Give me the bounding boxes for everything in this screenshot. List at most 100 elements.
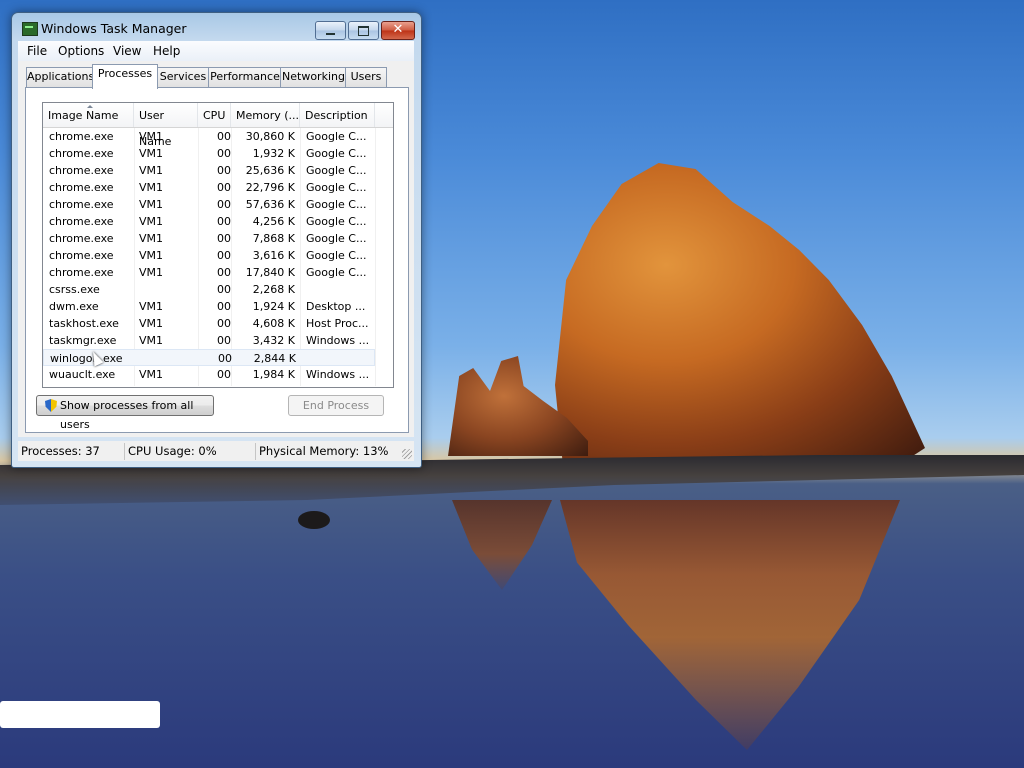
process-user-name: VM1 — [139, 266, 164, 279]
status-processes: Processes: 37 — [18, 443, 125, 460]
table-row[interactable]: chrome.exe VM1 00 17,840 K Google C... — [43, 264, 375, 281]
process-description: Google C... — [306, 198, 367, 211]
processes-panel: Image Name User Name CPU Memory (... Des… — [25, 87, 409, 433]
status-physical-memory: Physical Memory: 13% — [259, 444, 389, 458]
process-memory: 22,796 K — [245, 181, 295, 194]
process-cpu: 00 — [218, 352, 232, 365]
process-memory: 17,840 K — [245, 266, 295, 279]
process-description: Google C... — [306, 215, 367, 228]
process-description — [306, 283, 374, 298]
process-memory: 2,268 K — [252, 283, 295, 296]
process-image-name: chrome.exe — [49, 249, 114, 262]
process-cpu: 00 — [217, 249, 231, 262]
table-row[interactable]: dwm.exe VM1 00 1,924 K Desktop ... — [43, 298, 375, 315]
menu-view[interactable]: View — [113, 44, 141, 58]
process-user-name: VM1 — [139, 198, 164, 211]
process-memory: 1,984 K — [252, 368, 295, 381]
process-user-name: VM1 — [139, 130, 164, 143]
process-cpu: 00 — [217, 215, 231, 228]
process-memory: 3,616 K — [252, 249, 295, 262]
resize-grip-icon[interactable] — [402, 449, 412, 459]
table-row[interactable]: chrome.exe VM1 00 25,636 K Google C... — [43, 162, 375, 179]
process-image-name: taskhost.exe — [49, 317, 119, 330]
tab-performance[interactable]: Performance — [208, 67, 282, 87]
column-user-name[interactable]: User Name — [134, 103, 198, 148]
menu-help[interactable]: Help — [153, 44, 180, 58]
table-row[interactable]: chrome.exe VM1 00 57,636 K Google C... — [43, 196, 375, 213]
title-bar[interactable]: Windows Task Manager ✕ — [12, 13, 421, 43]
process-image-name: dwm.exe — [49, 300, 99, 313]
task-manager-icon — [22, 22, 38, 36]
tab-services[interactable]: Services — [156, 67, 210, 87]
process-cpu: 00 — [217, 198, 231, 211]
process-user-name: VM1 — [139, 164, 164, 177]
process-cpu: 00 — [217, 317, 231, 330]
window-title: Windows Task Manager — [41, 21, 187, 36]
tab-applications[interactable]: Applications — [26, 67, 94, 87]
client-area: Applications Processes Services Performa… — [18, 61, 414, 437]
process-image-name: chrome.exe — [49, 181, 114, 194]
column-memory[interactable]: Memory (... — [231, 103, 300, 127]
table-row[interactable]: chrome.exe VM1 00 3,616 K Google C... — [43, 247, 375, 264]
close-icon: ✕ — [392, 22, 404, 37]
small-rock-reflection — [452, 500, 552, 590]
end-process-button[interactable]: End Process — [288, 395, 384, 416]
desktop-blank-box — [0, 701, 160, 728]
table-row[interactable]: csrss.exe 00 2,268 K — [43, 281, 375, 298]
tab-strip: Applications Processes Services Performa… — [18, 61, 414, 89]
menu-options[interactable]: Options — [58, 44, 104, 58]
process-memory: 4,256 K — [252, 215, 295, 228]
process-description: Windows ... — [306, 334, 370, 347]
process-description — [307, 352, 375, 367]
table-row[interactable]: chrome.exe VM1 00 1,932 K Google C... — [43, 145, 375, 162]
process-user-name — [139, 283, 199, 298]
table-row[interactable]: taskhost.exe VM1 00 4,608 K Host Proc... — [43, 315, 375, 332]
table-row[interactable]: taskmgr.exe VM1 00 3,432 K Windows ... — [43, 332, 375, 349]
process-description: Desktop ... — [306, 300, 366, 313]
maximize-button[interactable] — [348, 21, 379, 40]
table-row[interactable]: chrome.exe VM1 00 30,860 K Google C... — [43, 128, 375, 145]
show-all-processes-button[interactable]: Show processes from all users — [36, 395, 214, 431]
process-memory: 4,608 K — [252, 317, 295, 330]
haystack-rock — [555, 163, 925, 460]
process-memory: 57,636 K — [245, 198, 295, 211]
process-description: Google C... — [306, 164, 367, 177]
column-cpu[interactable]: CPU — [198, 103, 231, 127]
tab-users[interactable]: Users — [345, 67, 387, 87]
table-row[interactable]: chrome.exe VM1 00 4,256 K Google C... — [43, 213, 375, 230]
process-user-name: VM1 — [139, 368, 164, 381]
table-row[interactable]: wuauclt.exe VM1 00 1,984 K Windows ... — [43, 366, 375, 383]
menu-bar: File Options View Help — [18, 41, 414, 61]
process-cpu: 00 — [217, 130, 231, 143]
table-row[interactable]: chrome.exe VM1 00 22,796 K Google C... — [43, 179, 375, 196]
process-image-name: chrome.exe — [49, 147, 114, 160]
process-image-name: taskmgr.exe — [49, 334, 117, 347]
process-cpu: 00 — [217, 283, 231, 296]
rock-reflection — [560, 500, 900, 750]
column-image-name[interactable]: Image Name — [43, 103, 134, 127]
task-manager-window[interactable]: Windows Task Manager ✕ File Options View… — [11, 12, 422, 468]
process-memory: 2,844 K — [253, 352, 296, 365]
process-image-name: chrome.exe — [49, 164, 114, 177]
process-description: Google C... — [306, 232, 367, 245]
process-image-name: csrss.exe — [49, 283, 100, 296]
uac-shield-icon — [45, 399, 57, 412]
column-description[interactable]: Description — [300, 103, 375, 127]
beach-stone — [298, 511, 330, 529]
process-memory: 25,636 K — [245, 164, 295, 177]
process-cpu: 00 — [217, 232, 231, 245]
tab-processes[interactable]: Processes — [92, 64, 158, 89]
table-row[interactable]: chrome.exe VM1 00 7,868 K Google C... — [43, 230, 375, 247]
process-cpu: 00 — [217, 147, 231, 160]
show-all-processes-label: Show processes from all users — [60, 399, 194, 431]
close-button[interactable]: ✕ — [381, 21, 415, 40]
minimize-button[interactable] — [315, 21, 346, 40]
tab-networking[interactable]: Networking — [280, 67, 347, 87]
process-list[interactable]: Image Name User Name CPU Memory (... Des… — [42, 102, 394, 388]
process-memory: 3,432 K — [252, 334, 295, 347]
process-user-name: VM1 — [139, 147, 164, 160]
column-header-filler — [375, 103, 393, 127]
process-image-name: chrome.exe — [49, 215, 114, 228]
menu-file[interactable]: File — [27, 44, 47, 58]
process-rows: chrome.exe VM1 00 30,860 K Google C... chrome… — [43, 128, 375, 383]
